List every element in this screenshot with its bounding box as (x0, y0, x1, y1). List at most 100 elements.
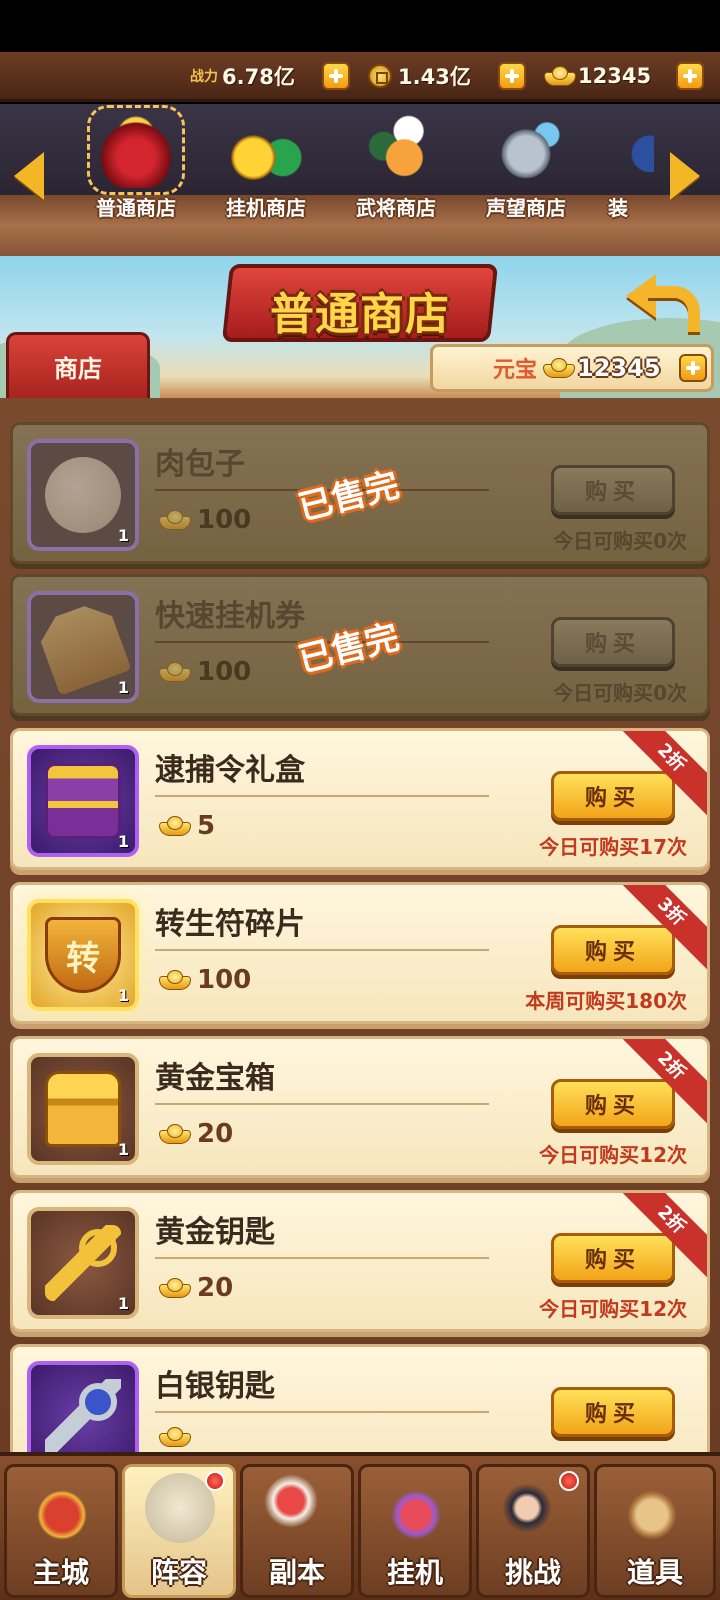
gold-ingot-icon (159, 1278, 191, 1298)
tab-normal-shop[interactable]: 普通商店 (74, 105, 198, 224)
notification-dot (205, 1471, 225, 1491)
page-title: 普通商店 (270, 289, 450, 340)
tab-label: 普通商店 (96, 196, 176, 220)
add-power-button[interactable] (322, 62, 350, 90)
rebirth-charm-icon: 转 (45, 917, 121, 993)
tab-label: 声望商店 (486, 196, 566, 220)
balance-label: 元宝 (493, 358, 538, 383)
armor-icon (484, 112, 568, 188)
list-item: 1 快速挂机券 100 已售完 购买 今日可购买0次 (10, 574, 710, 716)
coins-value: 1.43亿 (398, 65, 471, 89)
nav-label: 主城 (32, 1556, 89, 1589)
notification-dot (559, 1471, 579, 1491)
item-price: 20 (159, 1273, 233, 1303)
purchase-limit: 今日可购买12次 (539, 1143, 687, 1167)
purchase-limit: 今日可购买17次 (539, 835, 687, 859)
gold-ingot-icon (544, 66, 576, 86)
divider (155, 1257, 489, 1259)
add-ingots-button[interactable] (676, 62, 704, 90)
buy-button[interactable]: 购买 (551, 1079, 675, 1129)
item-quantity: 1 (117, 986, 129, 1005)
tabs-right-arrow[interactable] (660, 144, 706, 208)
gift-box-icon (45, 763, 121, 839)
add-coins-button[interactable] (498, 62, 526, 90)
coin-bag-icon (224, 112, 308, 188)
buy-button[interactable]: 购买 (551, 771, 675, 821)
item-icon-frame: 1 (27, 745, 139, 857)
tab-equip-shop[interactable]: 装 (594, 112, 654, 224)
nav-dungeon[interactable]: 副本 (240, 1464, 354, 1598)
item-name: 黄金钥匙 (155, 1215, 275, 1250)
gold-chest-icon (45, 1071, 121, 1147)
purchase-limit: 今日可购买0次 (553, 681, 687, 705)
power-value: 6.78亿 (222, 65, 295, 89)
gold-ingot-icon (159, 1124, 191, 1144)
nav-items[interactable]: 道具 (594, 1464, 716, 1598)
nav-afk[interactable]: 挂机 (358, 1464, 472, 1598)
item-icon-frame: 1 (27, 591, 139, 703)
tab-hero-shop[interactable]: 武将商店 (334, 112, 458, 224)
item-price: 5 (159, 811, 215, 841)
status-bar (0, 0, 720, 52)
buy-button[interactable]: 购买 (551, 465, 675, 515)
price-value: 100 (197, 505, 252, 535)
item-price: 100 (159, 965, 251, 995)
tab-afk-shop[interactable]: 挂机商店 (204, 112, 328, 224)
sold-out-stamp: 已售完 (294, 617, 404, 681)
item-icon-frame: 1 (27, 1053, 139, 1165)
divider (155, 949, 489, 951)
tab-label: 挂机商店 (226, 196, 306, 220)
resource-bar: 战力 6.78亿 1.43亿 12345 (0, 52, 720, 102)
shop-header: 普通商店 商店 元宝 12345 (0, 256, 720, 398)
buy-button[interactable]: 购买 (551, 1233, 675, 1283)
add-balance-button[interactable] (679, 354, 707, 382)
nav-lineup[interactable]: 阵容 (122, 1464, 236, 1598)
price-value: 100 (197, 965, 252, 995)
item-quantity: 1 (117, 1294, 129, 1313)
treasure-chest-icon (87, 105, 185, 195)
nav-main-city[interactable]: 主城 (4, 1464, 118, 1598)
nav-challenge[interactable]: 挑战 (476, 1464, 590, 1598)
item-icon-frame: 转 1 (27, 899, 139, 1011)
nav-label: 副本 (268, 1556, 325, 1589)
buy-button[interactable]: 购买 (551, 925, 675, 975)
item-icon-frame (27, 1361, 139, 1452)
ingots-value: 12345 (578, 64, 652, 88)
shop-item-list[interactable]: 1 肉包子 100 已售完 购买 今日可购买0次 1 快速挂机券 100 已售完… (0, 398, 720, 1452)
price-value: 100 (197, 657, 252, 687)
gold-ingot-icon (159, 662, 191, 682)
nav-label: 挂机 (386, 1556, 443, 1589)
item-name: 转生符碎片 (155, 907, 305, 942)
gold-ingot-icon (159, 816, 191, 836)
gold-ingot-icon (543, 358, 576, 378)
power-label: 战力 (190, 69, 218, 85)
divider (155, 1411, 489, 1413)
gold-ingot-icon (159, 1427, 191, 1447)
gold-key-icon (45, 1225, 121, 1301)
gold-ingot-icon (159, 510, 191, 530)
list-item: 白银钥匙 购买 (10, 1344, 710, 1452)
equipment-icon (608, 112, 654, 188)
item-name: 逮捕令礼盒 (155, 753, 305, 788)
lantern-icon (263, 1473, 333, 1543)
ingot-balance: 元宝 12345 (430, 344, 714, 392)
tabs-left-arrow[interactable] (8, 144, 54, 208)
buy-button[interactable]: 购买 (551, 617, 675, 667)
power-display: 战力 6.78亿 (190, 60, 295, 92)
tab-fame-shop[interactable]: 声望商店 (464, 112, 588, 224)
item-quantity: 1 (117, 1140, 129, 1159)
nav-label: 道具 (626, 1556, 683, 1589)
price-value: 5 (197, 811, 216, 841)
ingots-display: 12345 (544, 60, 651, 92)
buy-button[interactable]: 购买 (551, 1387, 675, 1437)
item-icon-frame: 1 (27, 1207, 139, 1319)
price-value: 20 (197, 1273, 234, 1303)
item-name: 白银钥匙 (155, 1369, 275, 1404)
coins-display: 1.43亿 (368, 60, 471, 92)
price-value: 20 (197, 1119, 234, 1149)
list-item: 转 1 转生符碎片 100 购买 本周可购买180次 3折 (10, 882, 710, 1024)
item-name: 肉包子 (155, 447, 245, 482)
back-button[interactable] (622, 268, 694, 332)
nav-label: 挑战 (504, 1556, 561, 1589)
divider (155, 795, 489, 797)
